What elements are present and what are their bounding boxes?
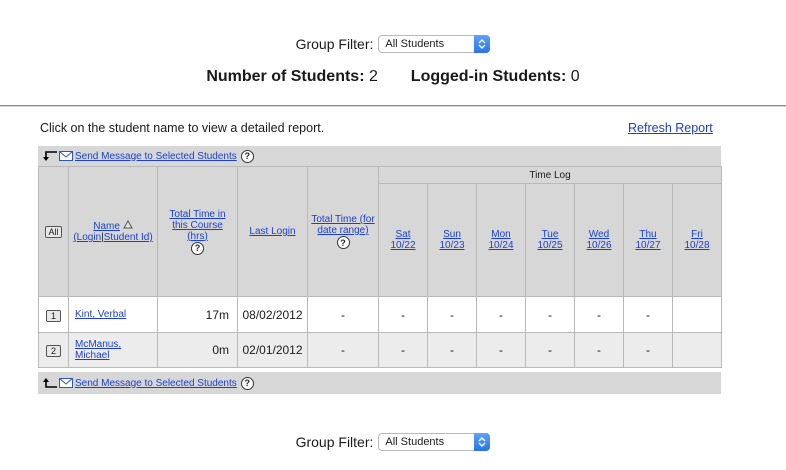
day-cell: - [476, 296, 526, 333]
intro-text: Click on the student name to view a deta… [40, 121, 325, 135]
help-icon[interactable]: ? [240, 149, 254, 163]
group-filter-select[interactable]: All Students [378, 35, 491, 53]
day-cell: - [623, 332, 673, 368]
group-filter-top: Group Filter: All Students [0, 35, 786, 53]
day-header-sun: Sun 10/23 [427, 183, 477, 297]
sort-triangle-icon [122, 219, 133, 229]
action-bar-top: Send Message to Selected Students ? [38, 146, 721, 166]
logged-students-value: 0 [570, 68, 580, 85]
arrow-down-left-icon [43, 151, 57, 161]
day-cell: - [427, 296, 477, 333]
range-time-cell: - [307, 332, 379, 368]
student-report-table: All Name (Login|Student Id) Total Time i… [38, 166, 722, 368]
name-sort-link[interactable]: Name [93, 221, 120, 232]
total-time-range-header: Total Time (for date range) ? [307, 166, 379, 297]
row-select-button[interactable]: 2 [45, 345, 61, 357]
day-cell: - [525, 332, 575, 368]
group-filter-value: All Students [385, 436, 445, 448]
select-all-header: All [38, 166, 69, 297]
day-header-thu: Thu 10/27 [623, 183, 673, 297]
student-counts: Number of Students: 2 Logged-in Students… [0, 68, 786, 86]
divider-shadow [0, 106, 786, 107]
last-login-cell: 02/01/2012 [237, 332, 308, 368]
day-cell: - [378, 296, 428, 333]
select-arrows-icon [474, 35, 491, 53]
day-header-wed: Wed 10/26 [574, 183, 624, 297]
row-number-cell: 2 [38, 332, 69, 368]
last-login-link[interactable]: Last Login [249, 226, 295, 237]
student-name-cell: Kint, Verbal [68, 296, 158, 333]
day-cell: - [623, 296, 673, 333]
day-cell: - [476, 332, 526, 368]
day-link-fri[interactable]: Fri 10/28 [684, 229, 709, 251]
group-filter-label: Group Filter: [295, 434, 374, 450]
day-link-wed[interactable]: Wed 10/26 [586, 229, 611, 251]
table-row: 1 Kint, Verbal 17m 08/02/2012 - - - - - … [38, 296, 722, 333]
student-name-cell: McManus, Michael [68, 332, 158, 368]
day-link-sat[interactable]: Sat 10/22 [390, 229, 415, 251]
day-cell [672, 296, 722, 333]
send-message-link[interactable]: Send Message to Selected Students [75, 151, 237, 162]
refresh-report-link[interactable]: Refresh Report [628, 121, 713, 135]
total-time-cell: 0m [157, 332, 238, 368]
table-row: 2 McManus, Michael 0m 02/01/2012 - - - -… [38, 332, 722, 368]
help-icon[interactable]: ? [191, 241, 204, 255]
day-link-tue[interactable]: Tue 10/25 [537, 229, 562, 251]
arrow-up-left-icon [43, 378, 57, 388]
total-time-course-header: Total Time in this Course (hrs) ? [157, 166, 238, 297]
envelope-icon [59, 378, 73, 388]
num-students-label: Number of Students: [206, 68, 365, 85]
last-login-cell: 08/02/2012 [237, 296, 308, 333]
total-time-range-link[interactable]: Total Time (for date range) [308, 214, 378, 236]
time-log-header: Time Log [378, 166, 722, 184]
day-header-mon: Mon 10/24 [476, 183, 526, 297]
day-cell: - [525, 296, 575, 333]
help-icon[interactable]: ? [336, 236, 350, 249]
envelope-icon [59, 151, 73, 161]
day-cell: - [574, 296, 624, 333]
day-cell: - [378, 332, 428, 368]
num-students-value: 2 [368, 68, 378, 85]
group-filter-select[interactable]: All Students [378, 433, 491, 451]
day-link-thu[interactable]: Thu 10/27 [635, 229, 660, 251]
day-header-fri: Fri 10/28 [672, 183, 722, 297]
select-all-button[interactable]: All [45, 225, 62, 238]
total-time-course-link[interactable]: Total Time in this Course (hrs) [167, 209, 229, 242]
action-bar-bottom: Send Message to Selected Students ? [38, 372, 721, 394]
group-filter-bottom: Group Filter: All Students [0, 433, 786, 451]
day-cell: - [427, 332, 477, 368]
student-name-link[interactable]: Kint, Verbal [75, 309, 126, 320]
login-sort-link[interactable]: (Login [73, 232, 101, 243]
row-select-button[interactable]: 1 [45, 309, 61, 322]
send-message-link[interactable]: Send Message to Selected Students [75, 378, 237, 389]
select-arrows-icon [474, 433, 491, 451]
name-header: Name (Login|Student Id) [68, 166, 158, 297]
day-header-tue: Tue 10/25 [525, 183, 575, 297]
day-cell: - [574, 332, 624, 368]
range-time-cell: - [307, 296, 379, 333]
group-filter-value: All Students [385, 38, 445, 50]
help-icon[interactable]: ? [240, 376, 254, 390]
total-time-cell: 17m [157, 296, 238, 333]
row-number-cell: 1 [38, 296, 69, 333]
group-filter-label: Group Filter: [295, 36, 374, 52]
student-name-link[interactable]: McManus, Michael [75, 339, 127, 361]
day-cell [672, 332, 722, 368]
logged-students-label: Logged-in Students: [410, 68, 567, 85]
student-id-sort-link[interactable]: Student Id) [104, 232, 153, 243]
day-header-sat: Sat 10/22 [378, 183, 428, 297]
day-link-mon[interactable]: Mon 10/24 [488, 229, 513, 251]
last-login-header: Last Login [237, 166, 308, 297]
day-link-sun[interactable]: Sun 10/23 [439, 229, 464, 251]
